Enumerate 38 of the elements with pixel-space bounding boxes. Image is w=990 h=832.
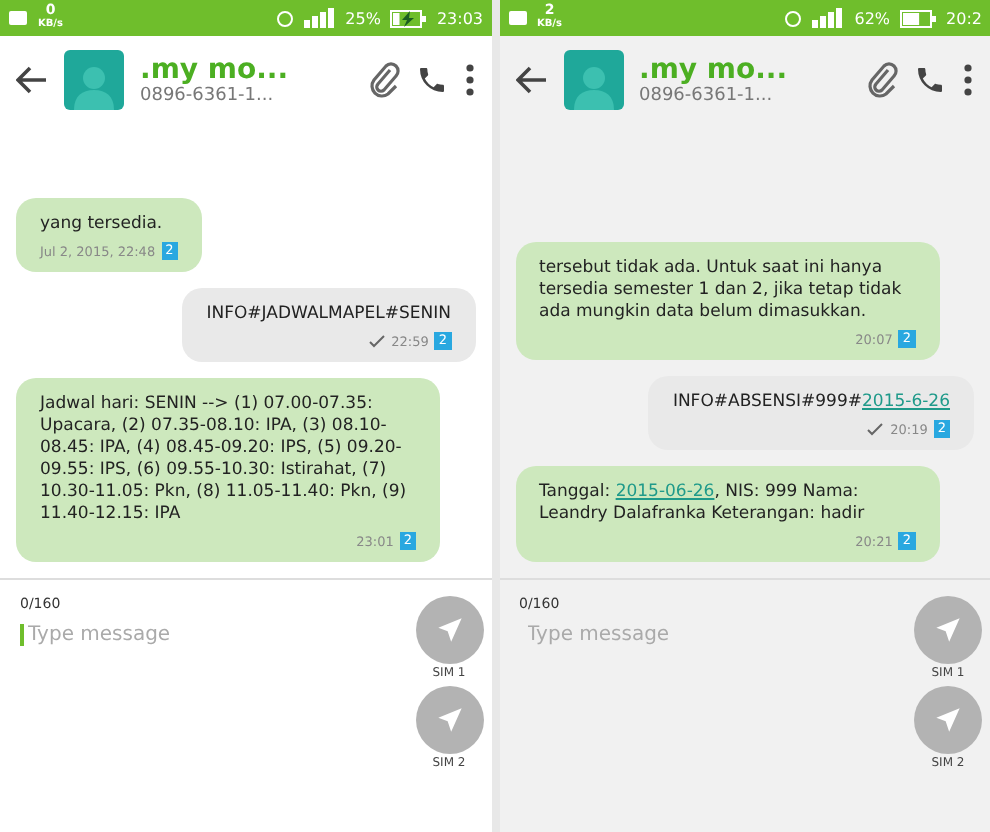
battery-percent: 25% — [345, 9, 381, 27]
check-icon — [866, 422, 885, 436]
send-icon — [435, 616, 463, 644]
message-input[interactable]: Type message — [519, 624, 906, 646]
check-icon — [367, 334, 386, 348]
message-text: yang tersedia. — [40, 214, 165, 236]
date-link[interactable]: 2015-06-26 — [615, 482, 715, 502]
back-button[interactable] — [16, 66, 48, 94]
message-text: Jadwal hari: SENIN --> (1) 07.00-07.35: Upacara, (2) 07.35-08.10: IPA, (3) 08.10-08.45: IPA, (4) 08.45-09.20: IPS, (5) 09.20-09.55: IPS, (6) 09.55-10.30: Istirahat, (7) 10.30-11.05: Pkn, (8) 11.05-11.40: Pkn, (9) 11.40-12.15: IPA — [40, 394, 409, 526]
message-text: tersebut tidak ada. Untuk saat ini hanya tersedia semester 1 dan 2, jika tetap tidak ada mungkin data belum dimasukkan. — [539, 258, 904, 324]
contact-name: .my mo... — [140, 54, 291, 86]
clock: 20:2 — [946, 9, 982, 27]
signal-icon — [303, 8, 336, 28]
message-text: Tanggal: 2015-06-26, NIS: 999 Nama: Leandry Dalafranka Keterangan: hadir — [539, 482, 867, 526]
avatar — [563, 50, 623, 110]
contact-number: 0896-6361-1... — [639, 86, 775, 106]
message-input[interactable]: Type message — [20, 624, 407, 646]
send-icon — [435, 706, 463, 734]
contact-name: .my mo... — [639, 54, 790, 86]
send-icon — [934, 616, 962, 644]
battery-icon — [390, 9, 427, 27]
message-text: INFO#ABSENSI#999#2015-6-26 — [672, 392, 950, 414]
menu-button[interactable] — [463, 62, 475, 98]
avatar — [64, 50, 124, 110]
menu-button[interactable] — [962, 62, 974, 98]
clock: 23:03 — [436, 9, 483, 27]
contact-number: 0896-6361-1... — [140, 86, 276, 106]
call-button[interactable] — [914, 64, 946, 96]
attachment-button[interactable] — [367, 62, 399, 98]
date-link[interactable]: 2015-6-26 — [862, 392, 950, 412]
battery-icon — [900, 9, 937, 27]
battery-percent: 62% — [854, 9, 891, 27]
message-text: INFO#JADWALMAPEL#SENIN — [206, 304, 451, 326]
send-icon — [934, 706, 962, 734]
back-button[interactable] — [515, 66, 547, 94]
signal-icon — [812, 8, 845, 28]
call-button[interactable] — [415, 64, 447, 96]
attachment-button[interactable] — [866, 62, 898, 98]
